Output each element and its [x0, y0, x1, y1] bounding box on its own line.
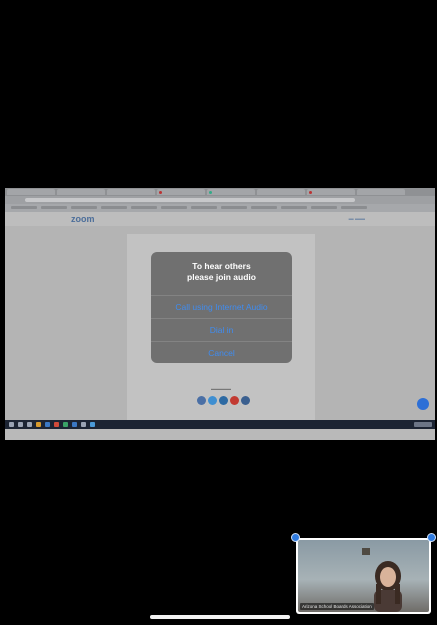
bookmark-item — [191, 206, 217, 209]
chat-bubble-icon[interactable] — [417, 398, 429, 410]
bookmark-item — [161, 206, 187, 209]
browser-tab — [357, 189, 405, 195]
bookmark-item — [101, 206, 127, 209]
facebook-icon — [197, 396, 206, 405]
resize-handle-left[interactable] — [291, 533, 300, 542]
bookmark-item — [131, 206, 157, 209]
search-icon — [18, 422, 23, 427]
taskview-icon — [27, 422, 32, 427]
bookmark-item — [311, 206, 337, 209]
participant-figure — [374, 561, 402, 612]
browser-tab — [57, 189, 105, 195]
linkedin-icon — [219, 396, 228, 405]
browser-tab — [207, 189, 255, 195]
bookmark-item — [11, 206, 37, 209]
zoom-web-header: zoom ▬ ▬▬ — [5, 212, 435, 226]
wall-picture — [362, 548, 370, 555]
windows-taskbar — [5, 420, 435, 429]
taskbar-clock — [414, 422, 432, 427]
call-internet-audio-button[interactable]: Call using Internet Audio — [151, 295, 292, 318]
browser-tab — [307, 189, 355, 195]
zoom-app-icon — [90, 422, 95, 427]
dial-in-button[interactable]: Dial in — [151, 318, 292, 341]
bookmark-item — [71, 206, 97, 209]
resize-handle-right[interactable] — [427, 533, 436, 542]
browser-tab — [7, 189, 55, 195]
cancel-button[interactable]: Cancel — [151, 341, 292, 364]
bookmark-item — [221, 206, 247, 209]
participant-name-label: Arizona School Boards Association — [300, 603, 374, 610]
browser-tab — [257, 189, 305, 195]
self-view-video[interactable]: Arizona School Boards Association — [296, 538, 431, 614]
participant-video: Arizona School Boards Association — [298, 540, 429, 612]
powered-by-text: ▬▬▬▬▬ — [211, 386, 231, 391]
social-share-icons — [197, 396, 250, 405]
dialog-title-line-2: please join audio — [187, 272, 256, 282]
zoom-logo: zoom — [71, 214, 95, 224]
app-icon — [72, 422, 77, 427]
browser-tab — [107, 189, 155, 195]
twitter-icon — [208, 396, 217, 405]
url-field — [25, 198, 355, 202]
start-icon — [9, 422, 14, 427]
bookmark-item — [281, 206, 307, 209]
meeting-stage: zoom ▬ ▬▬ ▬▬▬▬▬ To hear others please jo… — [0, 0, 437, 625]
bookmark-item — [41, 206, 67, 209]
bookmarks-bar — [5, 204, 435, 212]
home-indicator[interactable] — [150, 615, 290, 619]
app-icon — [81, 422, 86, 427]
blog-icon — [241, 396, 250, 405]
dialog-title: To hear others please join audio — [151, 261, 292, 283]
folder-icon — [36, 422, 41, 427]
zoom-header-links: ▬ ▬▬ — [348, 216, 365, 222]
bookmark-item — [341, 206, 367, 209]
browser-tab-strip — [5, 188, 435, 196]
chrome-icon — [54, 422, 59, 427]
browser-address-bar — [5, 196, 435, 204]
app-icon — [63, 422, 68, 427]
bookmark-item — [251, 206, 277, 209]
dialog-title-line-1: To hear others — [192, 261, 251, 271]
youtube-icon — [230, 396, 239, 405]
edge-icon — [45, 422, 50, 427]
browser-tab — [157, 189, 205, 195]
